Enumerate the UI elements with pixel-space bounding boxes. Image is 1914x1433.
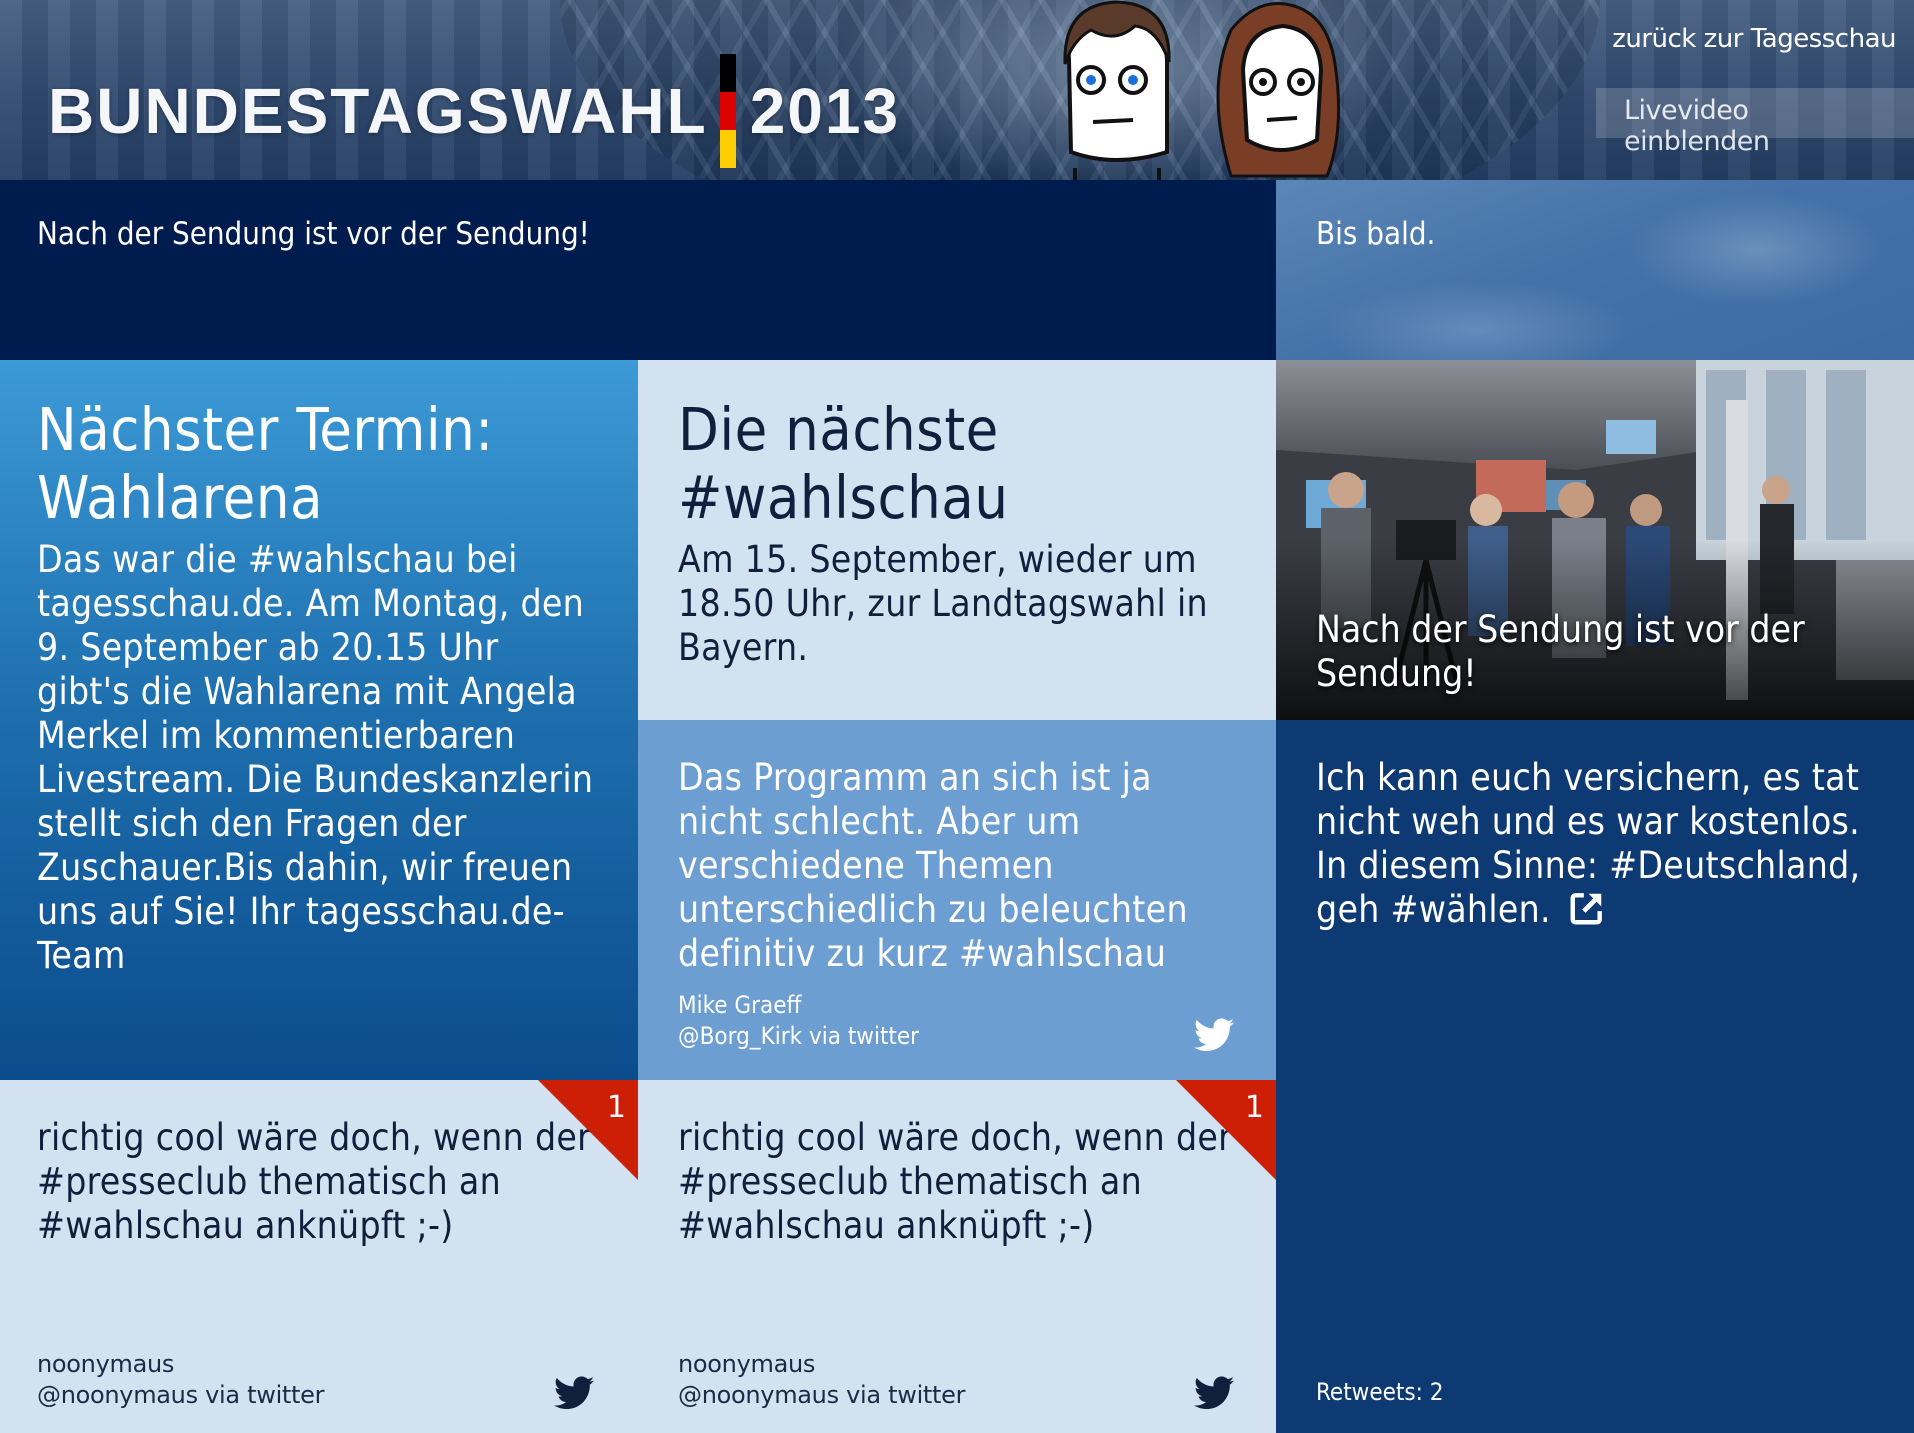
- badge-count: 1: [1244, 1090, 1264, 1125]
- banner-left-text: Nach der Sendung ist vor der Sendung!: [37, 216, 590, 252]
- banner-right: Bis bald.: [1276, 180, 1914, 360]
- twitter-bird-icon[interactable]: [554, 1376, 594, 1410]
- author-name: Mike Graeff: [678, 991, 802, 1019]
- author-handle: @noonymaus via twitter: [678, 1381, 966, 1409]
- tile-body: Das war die #wahlschau bei tagesschau.de…: [37, 538, 594, 977]
- german-flag-icon: [719, 54, 736, 168]
- tweet-text-wrap: Ich kann euch versichern, es tat nicht w…: [1316, 756, 1874, 932]
- tile-title: Nächster Termin: Wahlarena: [37, 395, 494, 532]
- livevideo-button[interactable]: Livevideo einblenden: [1596, 88, 1914, 157]
- author-name: noonymaus: [37, 1350, 175, 1378]
- retweet-count: Retweets: 2: [1316, 1378, 1444, 1406]
- mascot-woman: [1216, 2, 1341, 178]
- bundestagswahl-logo: BUNDESTAGSWAHL 2013: [48, 54, 900, 168]
- back-to-tagesschau-link[interactable]: zurück zur Tagesschau: [1612, 24, 1896, 54]
- tile-naechster-termin[interactable]: Nächster Termin: Wahlarena Das war die #…: [0, 360, 638, 1080]
- tile-body: Am 15. September, wieder um 18.50 Uhr, z…: [678, 538, 1208, 669]
- tweet-card[interactable]: Das Programm an sich ist ja nicht schlec…: [638, 720, 1276, 1080]
- logo-text: BUNDESTAGSWAHL: [48, 75, 708, 147]
- author-name: noonymaus: [678, 1350, 816, 1378]
- badge-count: 1: [606, 1090, 626, 1125]
- tile-title: Die nächste #wahlschau: [678, 395, 1009, 532]
- twitter-bird-icon[interactable]: [1194, 1018, 1234, 1052]
- photo-caption: Nach der Sendung ist vor der Sendung!: [1316, 608, 1805, 695]
- twitter-bird-icon[interactable]: [1194, 1376, 1234, 1410]
- tile-naechste-wahlschau[interactable]: Die nächste #wahlschau Am 15. September,…: [638, 360, 1276, 720]
- mascot-man: [1063, 0, 1171, 180]
- banner-right-text: Bis bald.: [1316, 216, 1436, 252]
- tweet-author: Mike Graeff @Borg_Kirk via twitter: [678, 990, 919, 1052]
- tile-photo-studio[interactable]: Nach der Sendung ist vor der Sendung!: [1276, 360, 1914, 720]
- tweet-text: Das Programm an sich ist ja nicht schlec…: [678, 756, 1188, 975]
- author-handle: @Borg_Kirk via twitter: [678, 1022, 920, 1050]
- mascot-characters: [1063, 0, 1341, 180]
- logo-year: 2013: [749, 75, 901, 147]
- tweet-text: richtig cool wäre doch, wenn der #presse…: [678, 1116, 1233, 1247]
- banner-left: Nach der Sendung ist vor der Sendung!: [0, 180, 1276, 360]
- header: BUNDESTAGSWAHL 2013 zurück zur Tagesscha…: [0, 0, 1914, 180]
- external-link-icon[interactable]: [1568, 889, 1606, 927]
- author-handle: @noonymaus via twitter: [37, 1381, 325, 1409]
- tweet-author: noonymaus @noonymaus via twitter: [678, 1349, 966, 1411]
- tweet-card[interactable]: 1 richtig cool wäre doch, wenn der #pres…: [0, 1080, 638, 1433]
- tweet-card[interactable]: 1 richtig cool wäre doch, wenn der #pres…: [638, 1080, 1276, 1433]
- tweet-text: richtig cool wäre doch, wenn der #presse…: [37, 1116, 592, 1247]
- tweet-author: noonymaus @noonymaus via twitter: [37, 1349, 325, 1411]
- tweet-card-retweeted[interactable]: Ich kann euch versichern, es tat nicht w…: [1276, 720, 1914, 1433]
